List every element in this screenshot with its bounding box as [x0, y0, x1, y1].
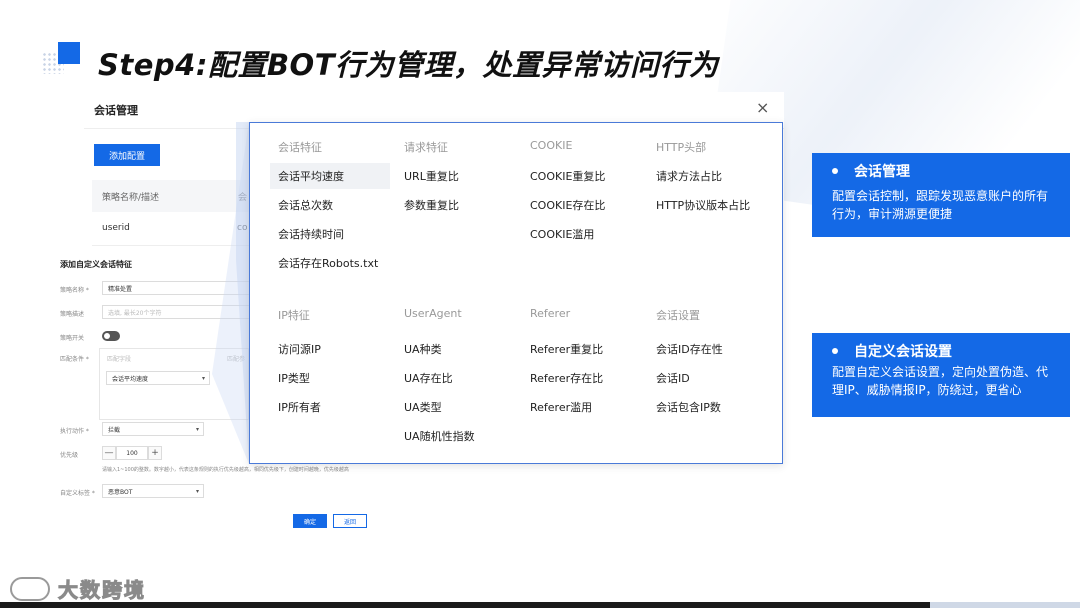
- chevron-down-icon: ▾: [195, 487, 199, 495]
- dropdown-option[interactable]: IP所有者: [270, 394, 390, 420]
- chevron-down-icon: ▾: [201, 374, 205, 382]
- dropdown-option[interactable]: 会话总次数: [270, 192, 390, 218]
- dropdown-option[interactable]: URL重复比: [396, 163, 508, 189]
- brand-name: 大数跨境: [58, 578, 146, 603]
- dropdown-option[interactable]: Referer存在比: [522, 365, 634, 391]
- dropdown-option[interactable]: COOKIE滥用: [522, 221, 634, 247]
- dropdown-group-header: Referer: [530, 307, 571, 320]
- dropdown-group-header: 会话特征: [278, 141, 322, 154]
- dropdown-option[interactable]: IP类型: [270, 365, 390, 391]
- dropdown-option[interactable]: 会话ID: [648, 365, 760, 391]
- session-feature-dropdown: 会话特征会话平均速度 会话总次数会话持续时间 会话存在Robots.txt 请求特征 U…: [249, 122, 783, 464]
- action-select[interactable]: 拦截 ▾: [102, 422, 204, 436]
- dropdown-option[interactable]: 会话包含IP数: [648, 394, 760, 420]
- card-title: 自定义会话设置: [854, 344, 952, 360]
- dropdown-option[interactable]: 请求方法占比: [648, 163, 760, 189]
- priority-hint: 请输入1~100的整数。数字越小，代表这条规则的执行优先级越高，相同优先级下，创…: [102, 467, 349, 473]
- dialog-title: 会话管理: [94, 104, 138, 117]
- dropdown-option[interactable]: COOKIE存在比: [522, 192, 634, 218]
- brand-watermark: 大数跨境: [10, 574, 146, 603]
- card-body: 配置会话控制，跟踪发现恶意账户的所有行为，审计溯源更便捷: [832, 189, 1049, 221]
- tag-select[interactable]: 恶意BOT ▾: [102, 484, 204, 498]
- info-card-session-management: 会话管理 配置会话控制，跟踪发现恶意账户的所有行为，审计溯源更便捷: [812, 153, 1070, 237]
- slide-title: Step4:配置BOT行为管理，处置异常访问行为: [98, 48, 719, 82]
- form-section-title: 添加自定义会话特征: [60, 260, 132, 269]
- priority-label: 优先级: [60, 452, 79, 459]
- name-input[interactable]: 精准处置: [102, 281, 252, 295]
- dropdown-group-header: 请求特征: [404, 141, 448, 154]
- priority-increment-button[interactable]: +: [148, 446, 162, 460]
- priority-decrement-button[interactable]: —: [102, 446, 116, 460]
- bullet-icon: [832, 168, 838, 174]
- dropdown-group-header: IP特征: [278, 309, 310, 322]
- dropdown-group-header: UserAgent: [404, 307, 462, 320]
- desc-input[interactable]: 选填, 最长20个字符: [102, 305, 252, 319]
- dropdown-option[interactable]: COOKIE重复比: [522, 163, 634, 189]
- dropdown-option[interactable]: 会话平均速度: [270, 163, 390, 189]
- table-row: [92, 245, 252, 246]
- info-card-custom-session: 自定义会话设置 配置自定义会话设置，定向处置伪造、代理IP、威胁情报IP，防绕过…: [812, 333, 1070, 417]
- dropdown-option[interactable]: 参数重复比: [396, 192, 508, 218]
- switch-label: 策略开关: [60, 335, 85, 342]
- dropdown-group-header: HTTP头部: [656, 141, 707, 154]
- match-field-value: 会话平均速度: [112, 375, 149, 383]
- dropdown-option[interactable]: 会话持续时间: [270, 221, 390, 247]
- priority-input[interactable]: 100: [116, 446, 148, 460]
- action-value: 拦截: [108, 426, 121, 434]
- card-body: 配置自定义会话设置，定向处置伪造、代理IP、威胁情报IP，防绕过，更省心: [832, 365, 1049, 397]
- back-button[interactable]: 返回: [333, 514, 367, 528]
- dropdown-option[interactable]: Referer重复比: [522, 336, 634, 362]
- table-cell-second: co: [237, 223, 248, 233]
- chevron-down-icon: ▾: [195, 425, 199, 433]
- add-config-button[interactable]: 添加配置: [94, 144, 160, 166]
- dropdown-option[interactable]: UA存在比: [396, 365, 508, 391]
- brand-logo-icon: [10, 576, 50, 601]
- dropdown-group-header: 会话设置: [656, 309, 700, 322]
- dropdown-option[interactable]: UA随机性指数: [396, 423, 508, 449]
- dropdown-option[interactable]: 访问源IP: [270, 336, 390, 362]
- dropdown-option[interactable]: UA类型: [396, 394, 508, 420]
- tag-label: 自定义标签 *: [60, 490, 95, 497]
- table-header-name: 策略名称/描述: [102, 193, 160, 203]
- close-icon[interactable]: ×: [756, 98, 769, 117]
- dropdown-option[interactable]: HTTP协议版本占比: [648, 192, 760, 218]
- table-header-second: 会: [238, 193, 248, 203]
- ok-button[interactable]: 确定: [293, 514, 327, 528]
- tag-value: 恶意BOT: [108, 488, 133, 496]
- dropdown-option[interactable]: 会话ID存在性: [648, 336, 760, 362]
- table-cell-name: userid: [102, 223, 130, 233]
- name-label: 策略名称 *: [60, 287, 89, 294]
- dropdown-option[interactable]: Referer滥用: [522, 394, 634, 420]
- match-label: 匹配条件 *: [60, 356, 89, 363]
- desc-label: 策略描述: [60, 311, 85, 318]
- dropdown-option[interactable]: UA种类: [396, 336, 508, 362]
- title-square-icon: [42, 42, 88, 76]
- action-label: 执行动作 *: [60, 428, 89, 435]
- dropdown-option[interactable]: 会话存在Robots.txt: [270, 250, 390, 276]
- match-field-select[interactable]: 会话平均速度 ▾: [106, 371, 210, 385]
- policy-toggle[interactable]: [102, 331, 120, 341]
- card-title: 会话管理: [854, 164, 910, 180]
- bottom-bar: [0, 602, 1080, 608]
- bottom-accent: [930, 602, 1080, 608]
- dropdown-group-header: COOKIE: [530, 139, 573, 152]
- bullet-icon: [832, 348, 838, 354]
